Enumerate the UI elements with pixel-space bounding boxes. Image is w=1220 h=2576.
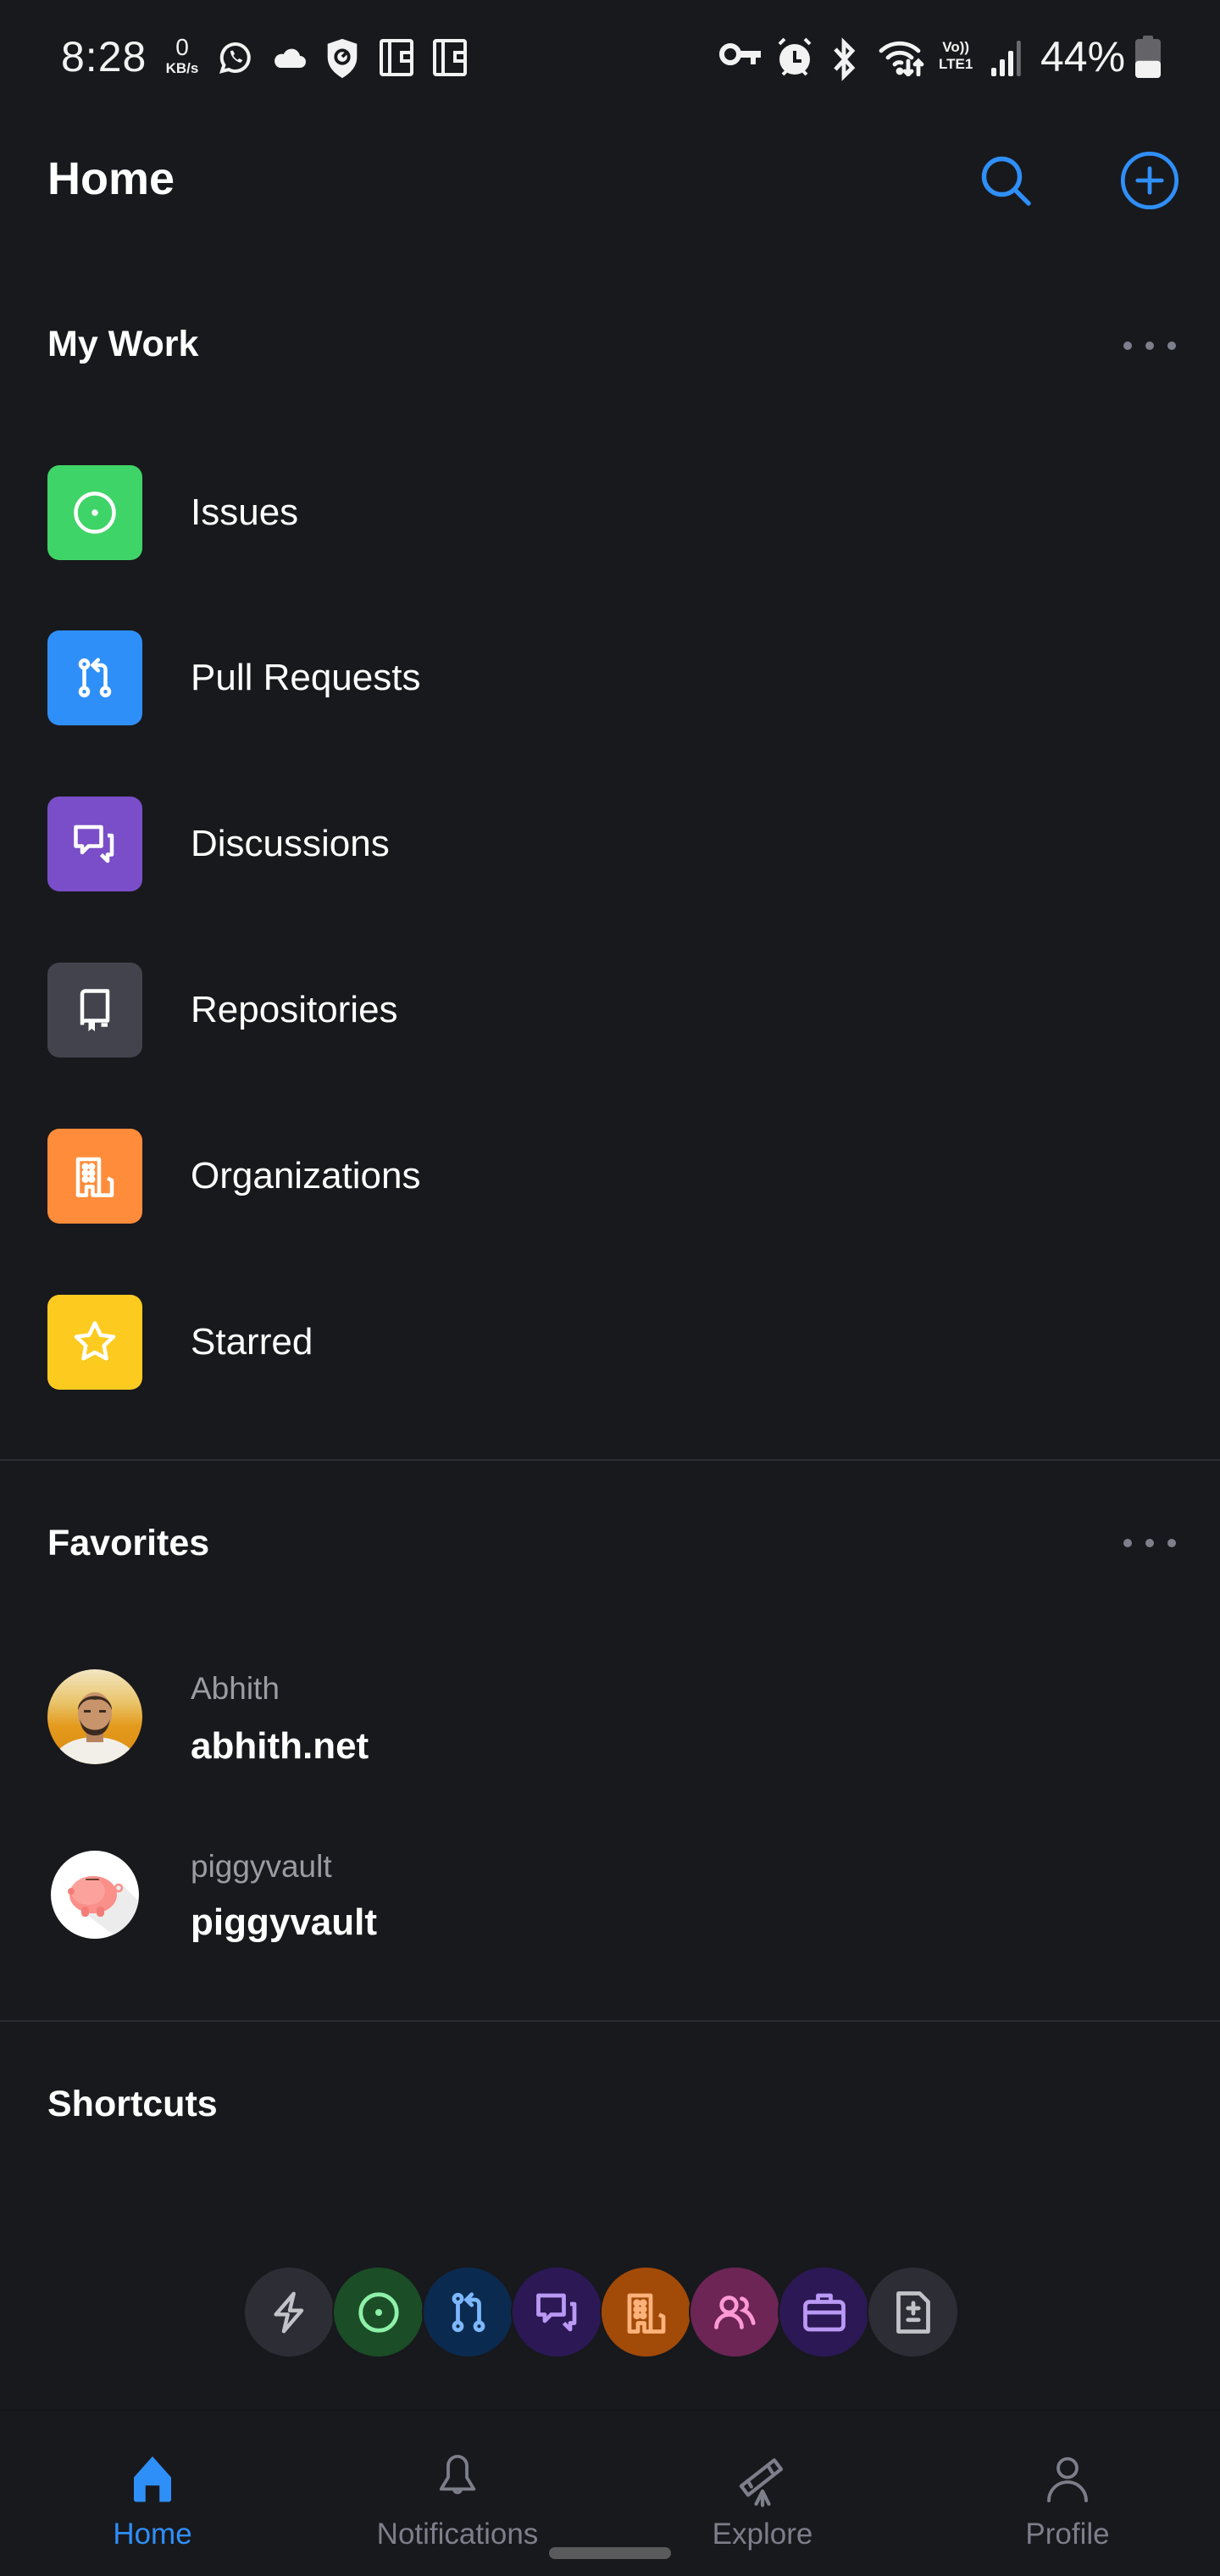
wallet-icon xyxy=(431,37,469,78)
my-work-label: Organizations xyxy=(191,1155,421,1196)
home-icon xyxy=(119,2445,186,2512)
status-bar: 8:28 0 KB/s Vo)) LTE1 44% xyxy=(0,0,1220,114)
my-work-more-button[interactable] xyxy=(1118,329,1181,363)
favorite-owner-caption: Abhith xyxy=(191,1671,280,1706)
organizations-icon-tile xyxy=(47,1129,142,1224)
lte-label: LTE1 xyxy=(939,56,973,72)
nav-label: Notifications xyxy=(376,2518,539,2551)
favorite-repo-name: abhith.net xyxy=(191,1725,369,1767)
favorites-more-button[interactable] xyxy=(1118,1526,1181,1560)
shortcut-projects[interactable] xyxy=(779,2268,868,2357)
comment-discussion-icon xyxy=(535,2293,576,2331)
starred-icon-tile xyxy=(47,1295,142,1390)
section-divider xyxy=(0,1459,1220,1461)
shortcut-organizations[interactable] xyxy=(602,2268,690,2357)
my-work-label: Discussions xyxy=(191,823,390,864)
my-work-item-starred[interactable]: Starred xyxy=(0,1279,1220,1406)
battery-icon xyxy=(1135,36,1161,78)
page-title: Home xyxy=(47,153,175,204)
status-time: 8:28 xyxy=(61,33,147,80)
person-icon xyxy=(1034,2445,1101,2512)
nav-tab-home[interactable]: Home xyxy=(0,2411,305,2576)
git-pull-request-icon xyxy=(78,658,112,698)
my-work-item-discussions[interactable]: Discussions xyxy=(0,780,1220,908)
my-work-heading: My Work xyxy=(47,324,199,364)
my-work-label: Pull Requests xyxy=(191,657,421,698)
nav-label: Profile xyxy=(1025,2518,1110,2551)
battery-percent: 44% xyxy=(1040,33,1126,80)
plus-circle-icon xyxy=(1120,151,1179,210)
shortcut-people[interactable] xyxy=(690,2268,779,2357)
network-speed-unit: KB/s xyxy=(165,60,199,76)
volte-label: Vo)) xyxy=(942,39,970,55)
issue-opened-icon xyxy=(358,2291,399,2333)
repo-icon xyxy=(80,989,110,1031)
create-button[interactable] xyxy=(1114,145,1185,216)
zap-icon xyxy=(273,2291,303,2333)
favorite-repo-name: piggyvault xyxy=(191,1901,378,1943)
network-speed: 0 KB/s xyxy=(161,34,203,76)
my-work-item-repositories[interactable]: Repositories xyxy=(0,947,1220,1074)
nav-label: Home xyxy=(113,2518,192,2551)
my-work-label: Repositories xyxy=(191,989,398,1030)
organization-icon xyxy=(627,2293,665,2334)
ellipsis-dot xyxy=(1145,1539,1154,1547)
issue-opened-icon xyxy=(74,491,116,534)
my-work-label: Starred xyxy=(191,1321,313,1363)
ellipsis-dot xyxy=(1167,341,1176,350)
nav-label: Explore xyxy=(712,2518,813,2551)
signal-icon xyxy=(988,37,1022,78)
issues-icon-tile xyxy=(47,465,142,560)
briefcase-icon xyxy=(802,2293,846,2331)
network-speed-value: 0 xyxy=(175,34,189,60)
wallet-icon xyxy=(378,37,415,78)
organization-icon xyxy=(75,1157,114,1197)
bell-icon xyxy=(424,2445,491,2512)
shortcuts-heading: Shortcuts xyxy=(47,2084,218,2124)
volte-icon: Vo)) LTE1 xyxy=(939,39,973,73)
comment-discussion-icon xyxy=(74,824,114,863)
gesture-home-indicator[interactable] xyxy=(549,2547,671,2559)
ellipsis-dot xyxy=(1167,1539,1176,1547)
shortcut-pull-requests[interactable] xyxy=(424,2268,513,2357)
shortcut-activity[interactable] xyxy=(245,2268,334,2357)
cloud-icon xyxy=(269,37,310,78)
shortcut-discussions[interactable] xyxy=(513,2268,602,2357)
my-work-item-organizations[interactable]: Organizations xyxy=(0,1113,1220,1240)
shortcut-file-diff[interactable] xyxy=(868,2268,957,2357)
favorites-heading: Favorites xyxy=(47,1523,210,1563)
pull-requests-icon-tile xyxy=(47,630,142,725)
file-diff-icon xyxy=(896,2290,930,2334)
bluetooth-icon xyxy=(829,37,859,81)
ellipsis-dot xyxy=(1145,341,1154,350)
git-pull-request-icon xyxy=(452,2291,485,2332)
people-icon xyxy=(713,2295,756,2329)
star-icon xyxy=(74,1321,116,1361)
favorite-item-abhith[interactable]: Abhith abhith.net xyxy=(0,1635,1220,1796)
ellipsis-dot xyxy=(1123,341,1132,350)
telescope-icon xyxy=(729,2445,796,2512)
vpn-key-icon xyxy=(718,37,762,71)
repositories-icon-tile xyxy=(47,963,142,1058)
whatsapp-icon xyxy=(215,37,256,78)
shield-icon xyxy=(324,37,361,80)
shortcut-issues[interactable] xyxy=(334,2268,423,2357)
search-button[interactable] xyxy=(970,145,1041,216)
my-work-label: Issues xyxy=(191,491,299,533)
favorite-item-piggyvault[interactable]: piggyvault piggyvault xyxy=(0,1815,1220,1976)
alarm-icon xyxy=(776,37,813,78)
user-photo-avatar xyxy=(47,1669,142,1764)
my-work-item-issues[interactable]: Issues xyxy=(0,449,1220,576)
search-icon xyxy=(981,156,1031,206)
nav-tab-profile[interactable]: Profile xyxy=(915,2411,1220,2576)
my-work-item-pull-requests[interactable]: Pull Requests xyxy=(0,614,1220,741)
wifi-icon xyxy=(878,37,925,76)
ellipsis-dot xyxy=(1123,1539,1132,1547)
discussions-icon-tile xyxy=(47,797,142,891)
piggy-bank-avatar xyxy=(51,1851,139,1939)
section-divider xyxy=(0,2020,1220,2022)
favorite-owner-caption: piggyvault xyxy=(191,1849,332,1884)
